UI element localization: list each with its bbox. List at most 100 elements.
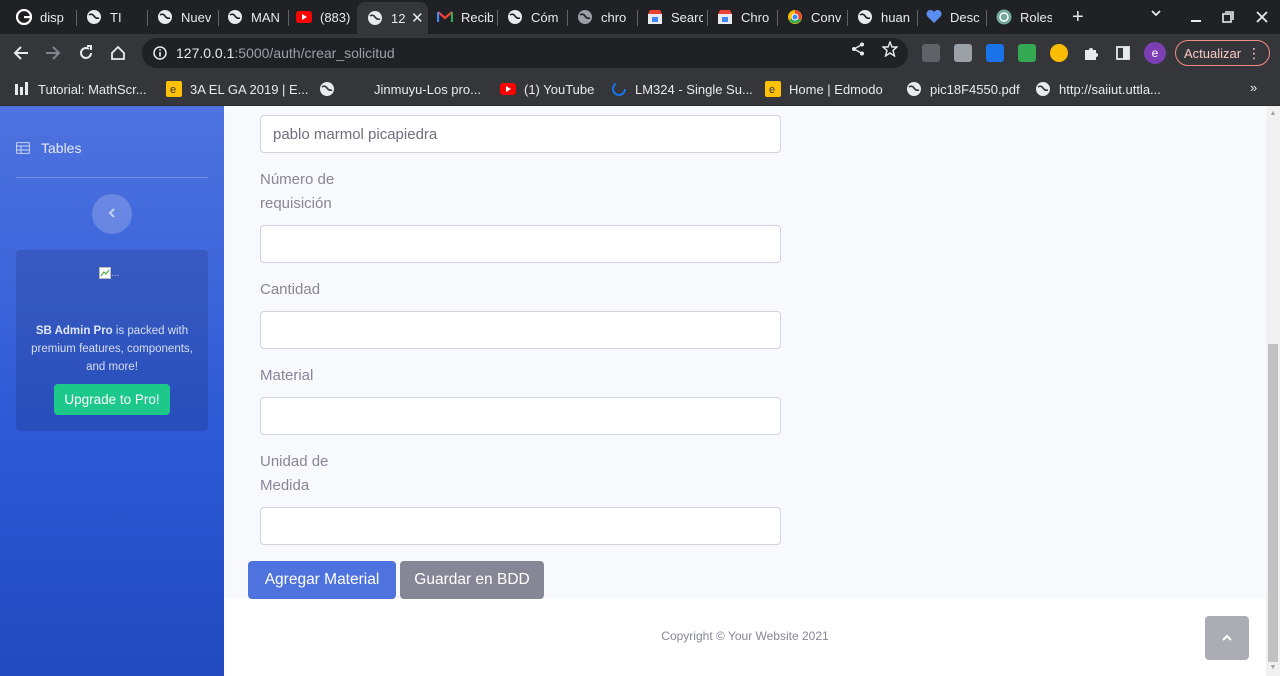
tab-11[interactable]: Chro bbox=[717, 4, 773, 30]
tab-7[interactable]: Recib bbox=[437, 4, 493, 30]
sidebar-item-tables[interactable]: Tables bbox=[16, 140, 81, 156]
save-to-db-button[interactable]: Guardar en BDD bbox=[400, 561, 544, 599]
tab-2[interactable]: TI bbox=[86, 4, 142, 30]
globe-icon bbox=[319, 81, 335, 97]
loading-icon bbox=[611, 81, 627, 97]
tab-3[interactable]: Nuev bbox=[157, 4, 213, 30]
quantity-label: Cantidad bbox=[260, 281, 321, 298]
svg-text:e: e bbox=[769, 84, 775, 96]
scroll-up-arrow-icon[interactable]: ▲ bbox=[1269, 110, 1277, 118]
unit-field[interactable] bbox=[260, 507, 781, 545]
youtube-icon bbox=[296, 9, 312, 25]
tab-search-icon[interactable] bbox=[1150, 6, 1162, 22]
globe-icon bbox=[367, 10, 383, 26]
home-icon[interactable] bbox=[107, 42, 129, 64]
tab-12[interactable]: Conv bbox=[787, 4, 843, 30]
scrollbar-thumb[interactable] bbox=[1268, 344, 1278, 662]
requisition-label: Número de requisición bbox=[260, 171, 335, 212]
bookmarks-bar: Tutorial: MathScr... e 3A EL GA 2019 | E… bbox=[0, 72, 1280, 106]
name-field[interactable] bbox=[260, 115, 781, 153]
close-tab-icon[interactable]: ✕ bbox=[411, 9, 424, 27]
google-translate-icon[interactable] bbox=[986, 44, 1004, 62]
share-icon[interactable] bbox=[850, 41, 866, 57]
sun-extension-icon[interactable] bbox=[1050, 44, 1068, 62]
add-material-button[interactable]: Agregar Material bbox=[248, 561, 396, 599]
requisition-number-field[interactable] bbox=[260, 225, 781, 263]
tab-8[interactable]: Cóm bbox=[507, 4, 563, 30]
url-text: 127.0.0.1:5000/auth/crear_solicitud bbox=[176, 45, 395, 61]
tab-13[interactable]: huan bbox=[857, 4, 913, 30]
heart-icon bbox=[926, 9, 942, 25]
more-bookmarks-icon[interactable]: » bbox=[1250, 80, 1257, 95]
promo-text: SB Admin Pro is packed with premium feat… bbox=[31, 325, 193, 373]
sidebar-toggle-button[interactable] bbox=[92, 194, 132, 234]
bookmark-item[interactable]: http://saiiut.uttla... bbox=[1035, 80, 1161, 98]
tab-strip: disp TI Nuev MAN (883) 12 ✕ Recib Cóm ch… bbox=[0, 0, 1280, 34]
forward-icon[interactable] bbox=[42, 42, 64, 64]
youtube-icon bbox=[500, 81, 516, 97]
tab-active[interactable]: 12 ✕ bbox=[357, 2, 428, 34]
globe-icon bbox=[86, 9, 102, 25]
bookmark-item[interactable]: e Home | Edmodo bbox=[765, 80, 883, 98]
globe-icon bbox=[857, 9, 873, 25]
page-viewport: Tables ... SB Admin Pro is packed with p… bbox=[0, 106, 1280, 676]
extension-square-icon[interactable] bbox=[954, 44, 972, 62]
address-bar[interactable]: 127.0.0.1:5000/auth/crear_solicitud bbox=[142, 38, 908, 68]
store-icon bbox=[647, 9, 663, 25]
globe-icon bbox=[507, 9, 523, 25]
download-extension-icon[interactable] bbox=[1018, 44, 1036, 62]
globe-icon bbox=[227, 9, 243, 25]
openai-icon bbox=[996, 9, 1012, 25]
quantity-field[interactable] bbox=[260, 311, 781, 349]
edmodo-icon: e bbox=[765, 81, 781, 97]
globe-icon bbox=[157, 9, 173, 25]
bookmark-item[interactable]: e 3A EL GA 2019 | E... bbox=[166, 80, 309, 98]
new-tab-icon[interactable]: + bbox=[1072, 7, 1084, 27]
tab-9[interactable]: chro bbox=[577, 4, 633, 30]
bookmark-item[interactable]: Tutorial: MathScr... bbox=[14, 80, 147, 98]
table-icon bbox=[16, 142, 30, 154]
bookmark-item[interactable]: (1) YouTube bbox=[500, 80, 594, 98]
chevron-up-icon bbox=[1222, 629, 1232, 647]
scroll-down-arrow-icon[interactable]: ▼ bbox=[1269, 664, 1277, 672]
bookmark-item[interactable] bbox=[319, 80, 343, 98]
bookmark-item[interactable]: LM324 - Single Su... bbox=[611, 80, 753, 98]
tab-14[interactable]: Desc bbox=[926, 4, 982, 30]
tab-1[interactable]: disp bbox=[16, 4, 72, 30]
sidebar-divider bbox=[16, 177, 208, 178]
profile-avatar[interactable]: e bbox=[1144, 42, 1166, 64]
upgrade-button[interactable]: Upgrade to Pro! bbox=[54, 384, 170, 415]
reload-icon[interactable] bbox=[75, 42, 97, 64]
scroll-to-top-button[interactable] bbox=[1205, 616, 1249, 660]
update-button[interactable]: Actualizar ⋮ bbox=[1175, 40, 1270, 66]
minimize-icon[interactable] bbox=[1190, 10, 1202, 26]
chrome-icon bbox=[787, 9, 803, 25]
copyright-text: Copyright © Your Website 2021 bbox=[661, 629, 829, 643]
edmodo-icon: e bbox=[166, 81, 182, 97]
material-field[interactable] bbox=[260, 397, 781, 435]
bars-icon bbox=[14, 81, 30, 97]
tab-15[interactable]: Roles bbox=[996, 4, 1052, 30]
bookmark-item[interactable]: pic18F4550.pdf bbox=[906, 80, 1020, 98]
bookmark-item[interactable]: Jinmuyu-Los pro... bbox=[350, 80, 481, 98]
footer: Copyright © Your Website 2021 bbox=[224, 599, 1266, 676]
close-window-icon[interactable] bbox=[1256, 10, 1268, 26]
globe-icon bbox=[906, 81, 922, 97]
translate-page-icon[interactable] bbox=[922, 44, 940, 62]
main-content: Número de requisición Cantidad Material … bbox=[224, 106, 1266, 676]
broken-image-icon bbox=[99, 267, 111, 279]
blank-icon bbox=[350, 81, 366, 97]
info-icon[interactable] bbox=[152, 45, 168, 61]
page-scrollbar[interactable]: ▲ ▼ bbox=[1266, 106, 1280, 676]
unit-label: Unidad de Medida bbox=[260, 453, 329, 494]
extensions-puzzle-icon[interactable] bbox=[1080, 42, 1102, 64]
google-icon bbox=[16, 9, 32, 25]
tab-5[interactable]: (883) bbox=[296, 4, 352, 30]
side-panel-icon[interactable] bbox=[1112, 42, 1134, 64]
bookmark-star-icon[interactable] bbox=[882, 41, 898, 57]
restore-icon[interactable] bbox=[1222, 10, 1234, 26]
tab-10[interactable]: Searc bbox=[647, 4, 703, 30]
promo-card: ... SB Admin Pro is packed with premium … bbox=[16, 250, 208, 431]
back-icon[interactable] bbox=[10, 42, 32, 64]
tab-4[interactable]: MAN bbox=[227, 4, 283, 30]
